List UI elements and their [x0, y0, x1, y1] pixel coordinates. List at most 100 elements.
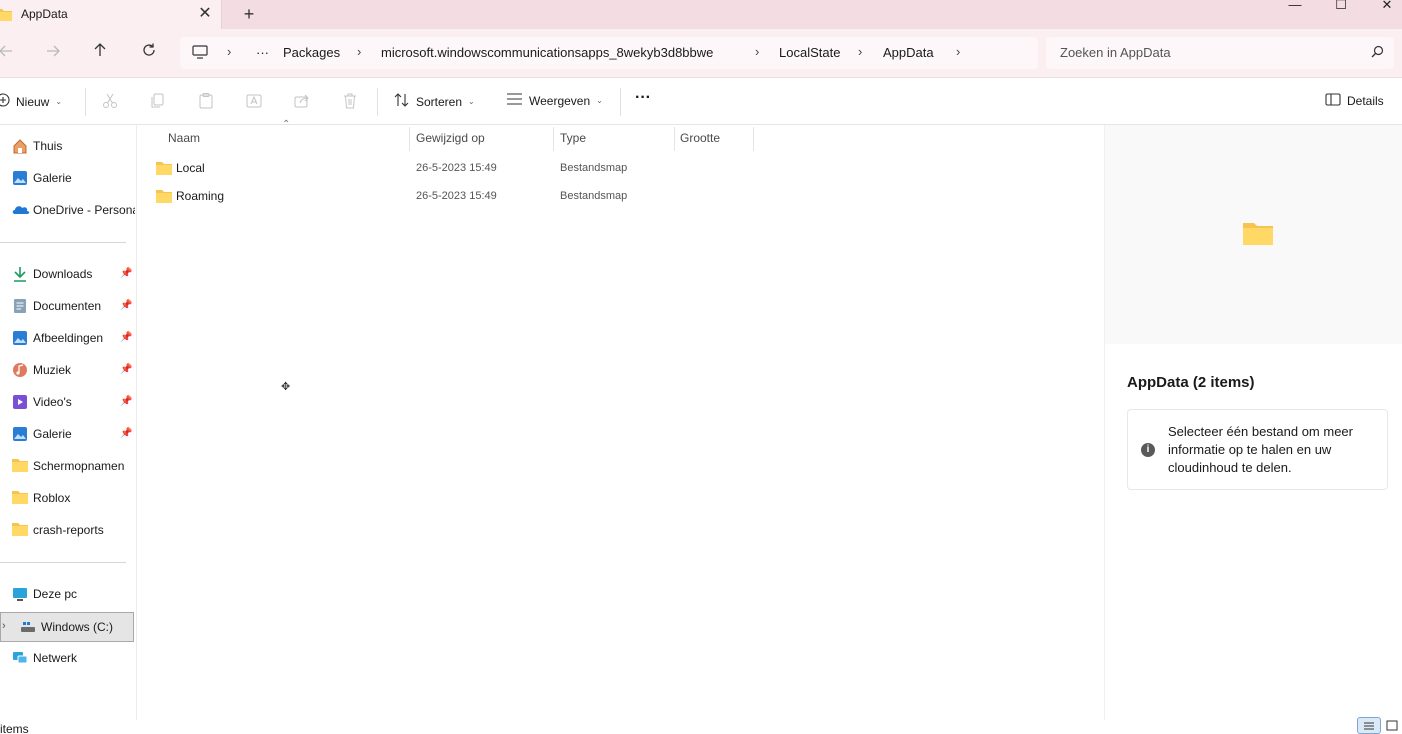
divider	[0, 242, 126, 243]
table-row[interactable]: Roaming 26-5-2023 15:49 Bestandsmap	[155, 184, 775, 208]
sort-button[interactable]: Sorteren ⌄	[394, 93, 475, 110]
column-header-size[interactable]: Grootte	[680, 131, 720, 145]
column-divider[interactable]	[553, 127, 554, 151]
chevron-right-icon[interactable]: ›	[357, 44, 361, 59]
folder-icon	[12, 458, 28, 474]
pc-icon[interactable]	[192, 45, 208, 62]
sidebar-item-windows-c[interactable]: › Windows (C:)	[0, 612, 134, 642]
video-icon	[12, 394, 28, 410]
file-modified: 26-5-2023 15:49	[416, 162, 497, 174]
navigation-pane: Thuis Galerie OneDrive - Persona Downloa…	[0, 125, 137, 720]
refresh-button[interactable]	[137, 42, 161, 64]
table-row[interactable]: Local 26-5-2023 15:49 Bestandsmap	[155, 156, 775, 180]
sidebar-item-crash-reports[interactable]: crash-reports	[0, 516, 137, 544]
sidebar-item-galerie[interactable]: Galerie	[0, 164, 137, 192]
sidebar-item-videos[interactable]: Video's 📌	[0, 388, 137, 416]
title-bar: AppData ✕ + — ☐ ✕	[0, 0, 1402, 29]
plus-icon	[0, 93, 10, 110]
sidebar-item-documenten[interactable]: Documenten 📌	[0, 292, 137, 320]
chevron-down-icon: ⌄	[468, 97, 475, 106]
cut-icon[interactable]	[101, 92, 121, 112]
rename-icon[interactable]	[245, 92, 265, 112]
document-icon	[12, 298, 28, 314]
sidebar-item-label: Windows (C:)	[41, 620, 114, 634]
column-header-modified[interactable]: Gewijzigd op	[416, 131, 485, 145]
folder-icon	[12, 490, 28, 506]
details-button[interactable]: Details	[1325, 93, 1384, 109]
chevron-right-icon[interactable]: ›	[227, 44, 231, 59]
sort-label: Sorteren	[416, 94, 463, 109]
minimize-button[interactable]: —	[1272, 0, 1318, 12]
chevron-right-icon[interactable]: ›	[858, 44, 862, 59]
sidebar-item-onedrive[interactable]: OneDrive - Persona	[0, 196, 137, 224]
music-icon	[12, 362, 28, 378]
gallery-icon	[12, 170, 28, 186]
divider	[377, 88, 378, 116]
column-divider[interactable]	[409, 127, 410, 151]
pin-icon[interactable]: 📌	[120, 364, 132, 375]
sidebar-item-thuis[interactable]: Thuis	[0, 132, 137, 160]
sidebar-item-label: OneDrive - Persona	[33, 203, 135, 217]
paste-icon[interactable]	[197, 92, 217, 112]
close-window-button[interactable]: ✕	[1364, 0, 1402, 12]
column-divider[interactable]	[674, 127, 675, 151]
download-icon	[12, 266, 28, 282]
sidebar-item-label: Schermopnamen	[33, 459, 125, 473]
view-button[interactable]: Weergeven ⌄	[506, 93, 603, 108]
mouse-cursor-icon: ✥	[281, 381, 291, 393]
search-icon[interactable]	[1371, 45, 1384, 61]
breadcrumb-more[interactable]: ···	[256, 45, 269, 60]
breadcrumb-localstate[interactable]: LocalState	[779, 45, 840, 60]
new-button[interactable]: Nieuw ⌄	[0, 93, 62, 110]
sidebar-item-netwerk[interactable]: Netwerk	[0, 644, 137, 672]
chevron-right-icon[interactable]: ›	[2, 620, 6, 632]
view-icon	[506, 93, 523, 108]
column-header-type[interactable]: Type	[560, 131, 586, 145]
tiles-view-button[interactable]	[1384, 717, 1402, 734]
breadcrumb-windowscommunicationsapps[interactable]: microsoft.windowscommunicationsapps_8wek…	[381, 45, 713, 60]
breadcrumb-appdata[interactable]: AppData	[883, 45, 934, 60]
back-button[interactable]	[0, 42, 18, 64]
sidebar-item-deze-pc[interactable]: Deze pc	[0, 580, 137, 608]
details-info-box: i Selecteer één bestand om meer informat…	[1127, 409, 1388, 490]
pin-icon[interactable]: 📌	[120, 332, 132, 343]
details-view-button[interactable]	[1357, 717, 1381, 734]
file-name: Roaming	[176, 189, 225, 203]
pin-icon[interactable]: 📌	[120, 300, 132, 311]
search-placeholder: Zoeken in AppData	[1060, 45, 1171, 60]
new-tab-button[interactable]: +	[240, 4, 258, 24]
pin-icon[interactable]: 📌	[120, 428, 132, 439]
maximize-button[interactable]: ☐	[1318, 0, 1364, 12]
close-tab-icon[interactable]: ✕	[196, 5, 214, 23]
delete-icon[interactable]	[341, 92, 361, 112]
forward-button[interactable]	[41, 42, 65, 64]
column-header-name[interactable]: Naam	[168, 131, 200, 145]
preview-area	[1105, 125, 1402, 344]
column-divider[interactable]	[753, 127, 754, 151]
tab-appdata[interactable]: AppData ✕	[0, 0, 222, 29]
sidebar-item-afbeeldingen[interactable]: Afbeeldingen 📌	[0, 324, 137, 352]
sidebar-item-muziek[interactable]: Muziek 📌	[0, 356, 137, 384]
share-icon[interactable]	[293, 92, 313, 112]
sidebar-item-downloads[interactable]: Downloads 📌	[0, 260, 137, 288]
search-input[interactable]: Zoeken in AppData	[1046, 37, 1394, 69]
chevron-right-icon[interactable]: ›	[755, 44, 759, 59]
pin-icon[interactable]: 📌	[120, 396, 132, 407]
sidebar-item-schermopnamen[interactable]: Schermopnamen	[0, 452, 137, 480]
chevron-right-icon[interactable]: ›	[956, 44, 960, 59]
see-more-button[interactable]: ···	[635, 89, 651, 107]
status-bar: items	[0, 717, 1402, 734]
item-count: items	[0, 722, 29, 734]
info-icon: i	[1141, 443, 1155, 457]
home-icon	[12, 138, 28, 154]
address-bar[interactable]: › ··· Packages › microsoft.windowscommun…	[180, 37, 1038, 69]
details-pane: AppData (2 items) i Selecteer één bestan…	[1104, 125, 1402, 720]
onedrive-icon	[12, 202, 30, 218]
pin-icon[interactable]: 📌	[120, 268, 132, 279]
copy-icon[interactable]	[149, 92, 169, 112]
sidebar-item-roblox[interactable]: Roblox	[0, 484, 137, 512]
tab-label: AppData	[21, 7, 68, 21]
sidebar-item-galerie-pinned[interactable]: Galerie 📌	[0, 420, 137, 448]
up-button[interactable]	[88, 42, 112, 64]
breadcrumb-packages[interactable]: Packages	[283, 45, 340, 60]
